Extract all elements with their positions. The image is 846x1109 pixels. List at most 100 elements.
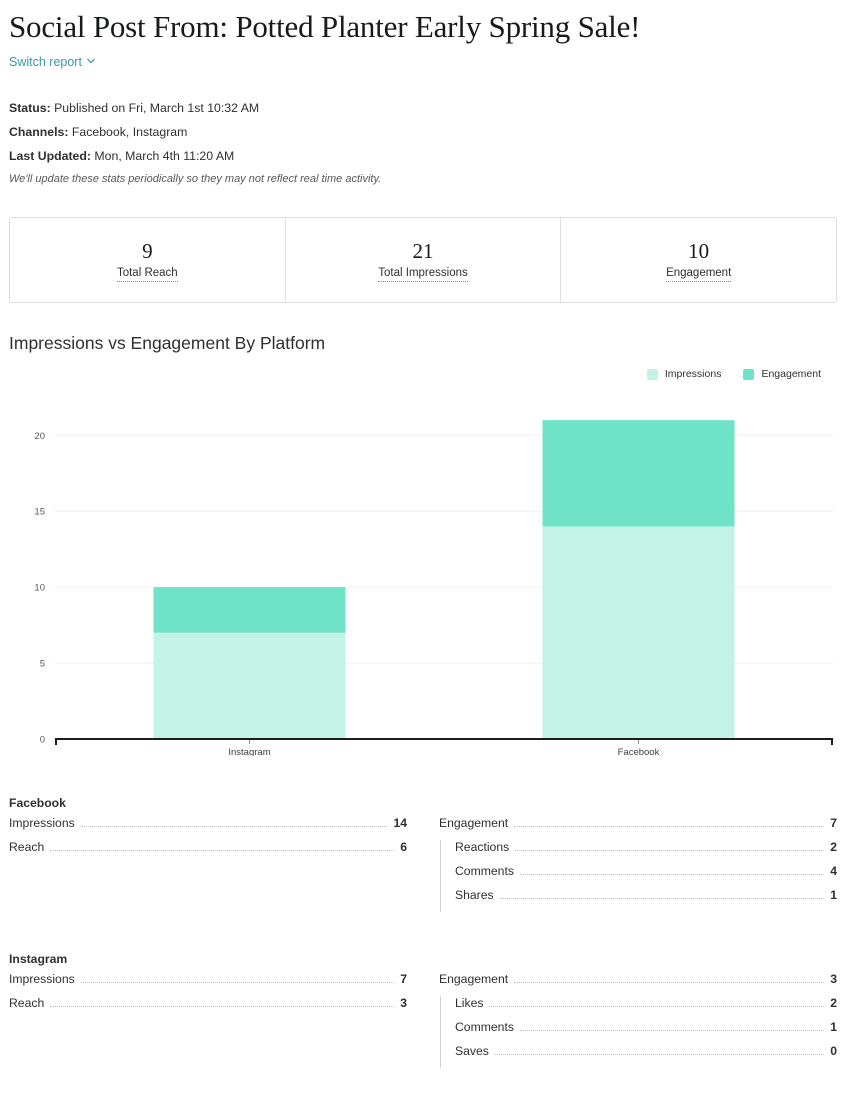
- platform-metrics-left: Impressions 7 Reach 3: [9, 972, 407, 1068]
- leader-dots: [500, 898, 825, 899]
- status-value: Published on Fri, March 1st 10:32 AM: [51, 101, 259, 115]
- metric-row: Comments 4: [455, 864, 837, 888]
- metric-value: 4: [830, 864, 837, 878]
- summary-card-engagement: 10 Engagement: [561, 218, 836, 302]
- metric-value: 6: [400, 840, 407, 854]
- bar-segment-impressions[interactable]: [543, 526, 735, 739]
- last-updated-value: Mon, March 4th 11:20 AM: [91, 149, 234, 163]
- leader-dots: [520, 874, 824, 875]
- platform-name: Instagram: [9, 952, 837, 966]
- metric-value: 2: [830, 996, 837, 1010]
- metric-row: Saves 0: [455, 1044, 837, 1068]
- summary-card-total-impressions: 21 Total Impressions: [286, 218, 562, 302]
- legend-item-impressions[interactable]: Impressions: [647, 368, 722, 380]
- metric-row: Reactions 2: [455, 840, 837, 864]
- y-axis-tick-label: 15: [34, 507, 45, 518]
- channels-label: Channels:: [9, 125, 68, 139]
- leader-dots: [520, 1030, 824, 1031]
- legend-label: Engagement: [761, 368, 821, 380]
- bar-segment-engagement[interactable]: [154, 587, 346, 633]
- summary-cards: 9 Total Reach 21 Total Impressions 10 En…: [9, 217, 837, 303]
- leader-dots: [50, 850, 394, 851]
- metric-label: Reach: [9, 840, 44, 854]
- bar-segment-impressions[interactable]: [154, 633, 346, 739]
- metric-label: Likes: [455, 996, 483, 1010]
- metric-label: Shares: [455, 888, 494, 902]
- switch-report-link[interactable]: Switch report: [9, 55, 95, 69]
- report-page: Social Post From: Potted Planter Early S…: [0, 8, 846, 1068]
- platform-section-instagram: Instagram Impressions 7 Reach 3 Engageme…: [9, 952, 837, 1068]
- leader-dots: [489, 1006, 824, 1007]
- metric-label: Reactions: [455, 840, 509, 854]
- metric-row: Engagement 7: [439, 816, 837, 840]
- metric-label: Impressions: [9, 972, 75, 986]
- platform-name: Facebook: [9, 796, 837, 810]
- status-line: Status: Published on Fri, March 1st 10:3…: [9, 101, 837, 115]
- bar-segment-engagement[interactable]: [543, 420, 735, 526]
- y-axis-tick-label: 0: [40, 735, 45, 746]
- summary-card-total-reach: 9 Total Reach: [10, 218, 286, 302]
- leader-dots: [81, 982, 395, 983]
- legend-item-engagement[interactable]: Engagement: [743, 368, 821, 380]
- summary-card-label[interactable]: Engagement: [666, 266, 731, 282]
- metric-value: 1: [830, 1020, 837, 1034]
- summary-card-value: 10: [688, 239, 709, 263]
- metric-row: Engagement 3: [439, 972, 837, 996]
- leader-dots: [515, 850, 824, 851]
- last-updated-line: Last Updated: Mon, March 4th 11:20 AM: [9, 149, 837, 163]
- metric-label: Reach: [9, 996, 44, 1010]
- platform-metrics-right: Engagement 7 Reactions 2 Comments 4: [439, 816, 837, 912]
- metric-row: Shares 1: [455, 888, 837, 912]
- summary-card-label[interactable]: Total Reach: [117, 266, 178, 282]
- metric-row: Comments 1: [455, 1020, 837, 1044]
- metric-value: 7: [400, 972, 407, 986]
- x-axis-category-label: Instagram: [228, 747, 270, 756]
- metric-label: Impressions: [9, 816, 75, 830]
- page-title: Social Post From: Potted Planter Early S…: [9, 8, 837, 46]
- impressions-vs-engagement-chart: 0 5 10 15 20 Instagram Facebook: [9, 386, 837, 756]
- switch-report-label: Switch report: [9, 55, 82, 69]
- y-axis-tick-label: 10: [34, 583, 45, 594]
- chart-title: Impressions vs Engagement By Platform: [9, 332, 837, 354]
- channels-line: Channels: Facebook, Instagram: [9, 125, 837, 139]
- engagement-breakdown: Likes 2 Comments 1 Saves 0: [440, 996, 837, 1068]
- metric-row: Impressions 7: [9, 972, 407, 996]
- x-axis-category-label: Facebook: [618, 747, 660, 756]
- platform-metrics-left: Impressions 14 Reach 6: [9, 816, 407, 912]
- chevron-down-icon: [87, 57, 95, 65]
- y-axis-tick-label: 20: [34, 431, 45, 442]
- metric-row: Reach 3: [9, 996, 407, 1020]
- metric-value: 14: [393, 816, 407, 830]
- engagement-breakdown: Reactions 2 Comments 4 Shares 1: [440, 840, 837, 912]
- metric-value: 1: [830, 888, 837, 902]
- metric-label: Engagement: [439, 972, 508, 986]
- metric-value: 0: [830, 1044, 837, 1058]
- status-label: Status:: [9, 101, 51, 115]
- metric-value: 2: [830, 840, 837, 854]
- meta-block: Status: Published on Fri, March 1st 10:3…: [9, 101, 837, 186]
- leader-dots: [514, 982, 824, 983]
- metric-label: Comments: [455, 864, 514, 878]
- metric-value: 3: [830, 972, 837, 986]
- legend-label: Impressions: [665, 368, 722, 380]
- legend-swatch-icon: [647, 369, 658, 380]
- summary-card-value: 21: [413, 239, 434, 263]
- metric-label: Engagement: [439, 816, 508, 830]
- chart-legend: Impressions Engagement: [9, 368, 837, 380]
- last-updated-label: Last Updated:: [9, 149, 91, 163]
- chart-canvas: 0 5 10 15 20 Instagram Facebook: [9, 386, 837, 756]
- leader-dots: [50, 1006, 394, 1007]
- summary-card-value: 9: [142, 239, 153, 263]
- channels-value: Facebook, Instagram: [68, 125, 187, 139]
- metric-label: Saves: [455, 1044, 489, 1058]
- leader-dots: [514, 826, 824, 827]
- platform-metrics-right: Engagement 3 Likes 2 Comments 1: [439, 972, 837, 1068]
- metric-row: Likes 2: [455, 996, 837, 1020]
- summary-card-label[interactable]: Total Impressions: [378, 266, 467, 282]
- metric-row: Reach 6: [9, 840, 407, 864]
- leader-dots: [495, 1054, 824, 1055]
- metric-row: Impressions 14: [9, 816, 407, 840]
- y-axis-tick-label: 5: [40, 659, 45, 670]
- metric-label: Comments: [455, 1020, 514, 1034]
- metric-value: 7: [830, 816, 837, 830]
